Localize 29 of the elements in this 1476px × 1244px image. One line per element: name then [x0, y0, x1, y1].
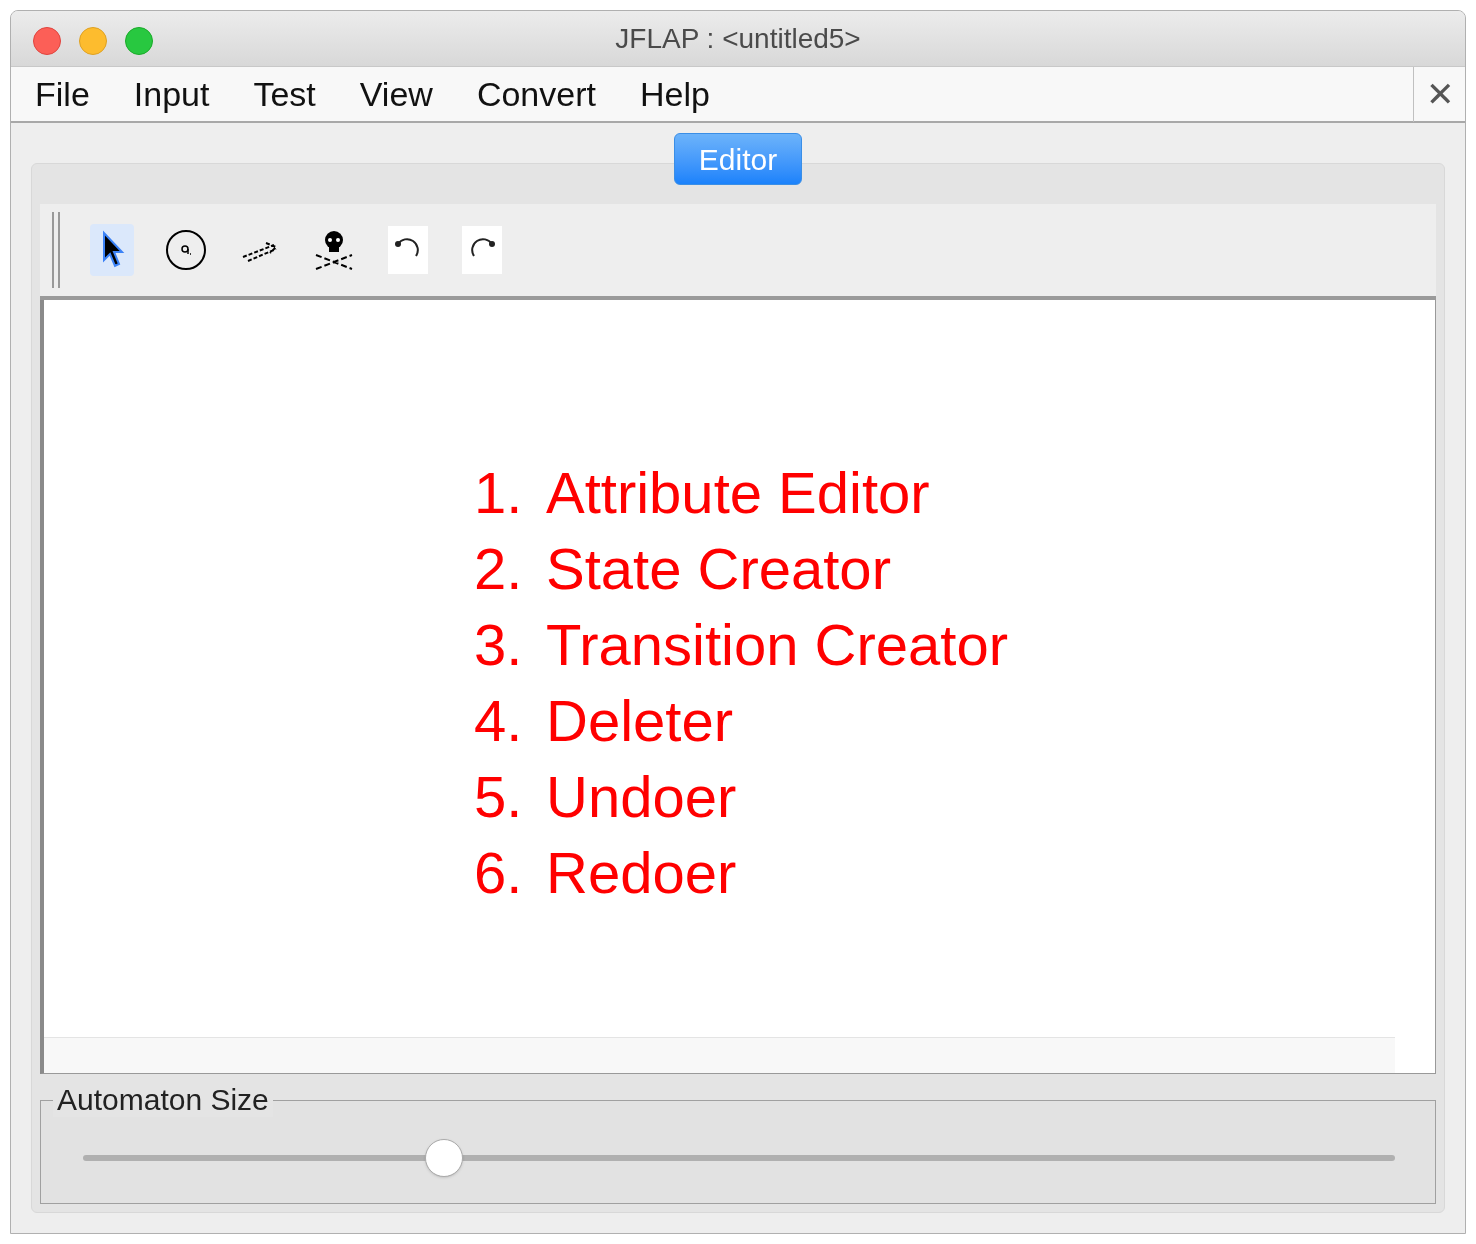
annotation-label: State Creator	[546, 536, 891, 602]
menu-item[interactable]: View	[359, 68, 433, 120]
list-number: 2.	[474, 536, 524, 602]
menu-item[interactable]: Input	[133, 68, 210, 120]
menu-item[interactable]: Help	[639, 68, 710, 120]
annotation-label: Transition Creator	[546, 612, 1009, 678]
tool-button[interactable]	[386, 224, 430, 276]
tool-button[interactable]	[460, 224, 504, 276]
menu-item[interactable]: Test	[253, 68, 316, 120]
list-number: 4.	[474, 688, 524, 754]
annotation-label: Deleter	[546, 688, 733, 754]
annotation-label: Undoer	[546, 764, 737, 830]
skull-crossbones-icon	[313, 229, 355, 271]
slider-thumb[interactable]	[424, 1139, 463, 1177]
list-number: 6.	[474, 840, 524, 906]
redo-icon	[462, 226, 502, 274]
menu-item[interactable]: File	[35, 68, 90, 120]
circle-state-icon	[165, 229, 207, 271]
tool-button[interactable]	[90, 224, 134, 276]
close-window-button[interactable]	[33, 27, 61, 55]
annotation-label: Redoer	[546, 840, 737, 906]
close-button[interactable]: ✕	[1413, 66, 1465, 122]
list-number: 5.	[474, 764, 524, 830]
window-title: JFLAP : <untitled5>	[615, 21, 861, 56]
menu-item[interactable]: Convert	[476, 68, 596, 120]
list-number: 1.	[474, 460, 524, 526]
annotation-label: Attribute Editor	[546, 460, 930, 526]
undo-icon	[388, 226, 428, 274]
list-number: 3.	[474, 612, 524, 678]
